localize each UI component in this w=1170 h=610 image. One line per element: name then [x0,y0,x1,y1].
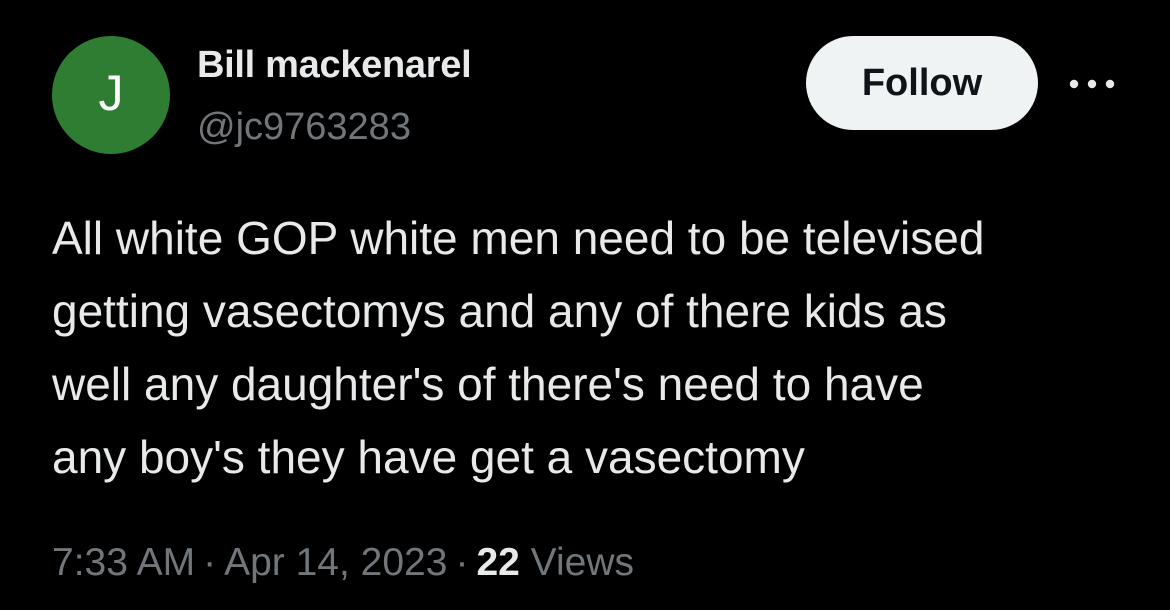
tweet-meta: 7:33 AM · Apr 14, 2023 · 22 Views [52,535,634,591]
meta-separator: · [203,541,217,584]
tweet-header: J Bill mackenarel @jc9763283 Follow [52,36,1122,156]
views-count[interactable]: 22 [476,541,519,584]
tweet-card: J Bill mackenarel @jc9763283 Follow All … [0,0,1170,610]
avatar-initial: J [98,65,124,121]
tweet-text-line: any boy's they have get a vasectomy [52,431,805,483]
tweet-time[interactable]: 7:33 AM [52,541,195,584]
more-options-button[interactable] [1064,66,1120,102]
user-handle[interactable]: @jc9763283 [197,104,471,150]
user-info: Bill mackenarel @jc9763283 [197,42,472,150]
meta-separator: · [455,541,469,584]
views-label[interactable]: Views [531,541,634,584]
tweet-date[interactable]: Apr 14, 2023 [224,541,447,584]
tweet-text-line: All white GOP white men need to be telev… [52,212,985,264]
tweet-text-line: well any daughter's of there's need to h… [52,358,924,410]
follow-button[interactable]: Follow [806,36,1038,130]
display-name[interactable]: Bill mackenarel [197,42,472,88]
avatar[interactable]: J [52,36,170,154]
more-horizontal-icon [1069,79,1115,89]
tweet-text-line: getting vasectomys and any of there kids… [52,285,947,337]
tweet-text: All white GOP white men need to be telev… [52,202,1132,494]
